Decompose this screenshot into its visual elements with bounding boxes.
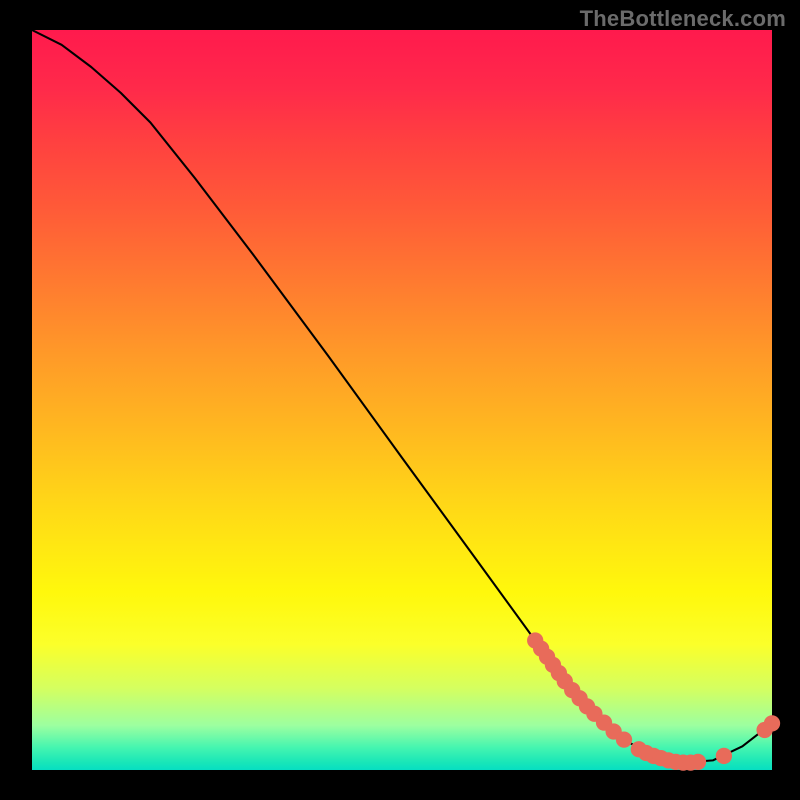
chart-points — [527, 632, 780, 770]
data-point — [764, 715, 780, 731]
data-point — [616, 732, 632, 748]
chart-curve — [32, 30, 772, 763]
chart-svg — [32, 30, 772, 770]
data-point — [716, 748, 732, 764]
watermark-text: TheBottleneck.com — [580, 6, 786, 32]
data-point — [690, 754, 706, 770]
